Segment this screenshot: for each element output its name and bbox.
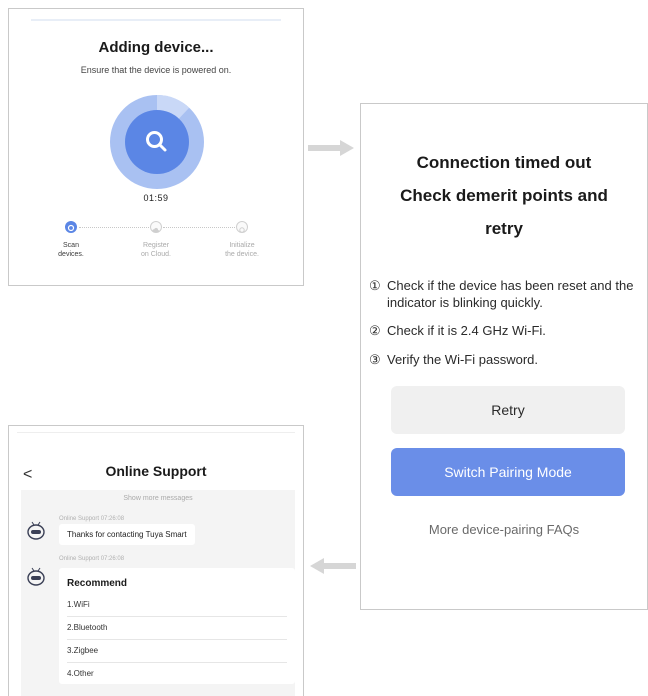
step-scan-label: Scan devices. [41, 241, 101, 259]
arrow-right-icon [308, 138, 356, 163]
step-initialize-text: Initialize the device. [225, 242, 259, 258]
tip-item-wifi-band: ② Check if it is 2.4 GHz Wi-Fi. [369, 322, 641, 339]
online-support-title: Online Support [105, 463, 207, 479]
recommend-card: Recommend 1.WiFi 2.Bluetooth 3.Zigbee 4.… [59, 568, 295, 684]
tip-item-password: ③ Verify the Wi-Fi password. [369, 351, 641, 368]
tip-text: Verify the Wi-Fi password. [387, 352, 538, 367]
recommend-item-wifi[interactable]: 1.WiFi [67, 594, 287, 617]
pairing-faqs-link[interactable]: More device-pairing FAQs [361, 522, 647, 537]
step-register-text: Register on Cloud. [141, 242, 171, 258]
step-initialize-label: Initialize the device. [212, 241, 272, 259]
step-connector-1 [79, 227, 149, 229]
tip-number: ② [369, 323, 381, 338]
status-divider [17, 432, 295, 433]
message-time: 07:26:08 [100, 556, 125, 562]
step-scan-text: Scan devices. [58, 242, 84, 258]
message-sender: Online Support [59, 556, 100, 562]
step-cloud-icon [150, 221, 162, 233]
adding-device-title: Adding device... [98, 39, 214, 56]
message-time: 07:26:08 [100, 516, 125, 522]
switch-pairing-mode-button[interactable]: Switch Pairing Mode [391, 448, 625, 496]
message-meta: Online Support 07:26:08 [59, 556, 124, 562]
show-more-messages-link[interactable]: Show more messages [21, 495, 295, 502]
tip-item-reset: ① Check if the device has been reset and… [369, 277, 641, 311]
recommend-item-other[interactable]: 4.Other [67, 663, 287, 685]
adding-device-panel: Adding device... Ensure that the device … [8, 8, 304, 286]
robot-avatar-icon [25, 520, 47, 542]
countdown-timer: 01:59 [143, 193, 169, 203]
recommend-item-bluetooth[interactable]: 2.Bluetooth [67, 617, 287, 640]
arrow-left-icon [308, 556, 356, 581]
tip-text: Check if the device has been reset and t… [387, 278, 634, 310]
robot-avatar-icon [25, 566, 47, 588]
tip-text: Check if it is 2.4 GHz Wi-Fi. [387, 323, 546, 338]
scan-progress-ring [110, 95, 204, 189]
chat-area[interactable]: Show more messages Online Support 07:26:… [21, 490, 295, 696]
message-meta: Online Support 07:26:08 [59, 516, 124, 522]
message-bubble: Thanks for contacting Tuya Smart [59, 524, 195, 545]
scan-progress-core [125, 110, 189, 174]
tip-number: ① [369, 278, 381, 293]
adding-device-subtitle: Ensure that the device is powered on. [80, 65, 232, 75]
online-support-panel: < Online Support Show more messages Onli… [8, 425, 304, 696]
timeout-heading-line-2: Check demerit points and [400, 186, 608, 205]
step-connector-2 [163, 227, 235, 229]
retry-button[interactable]: Retry [391, 386, 625, 434]
top-divider [31, 19, 281, 21]
recommend-item-zigbee[interactable]: 3.Zigbee [67, 640, 287, 663]
step-register-label: Register on Cloud. [126, 241, 186, 259]
step-initialize-icon [236, 221, 248, 233]
step-scan-icon [65, 221, 77, 233]
timeout-heading-line-3: retry [485, 219, 523, 238]
timeout-heading: Connection timed out Check demerit point… [371, 146, 637, 245]
timeout-heading-line-1: Connection timed out [416, 153, 592, 172]
connection-timeout-panel: Connection timed out Check demerit point… [360, 103, 648, 610]
message-sender: Online Support [59, 516, 100, 522]
tip-number: ③ [369, 352, 381, 367]
recommend-title: Recommend [67, 578, 128, 589]
